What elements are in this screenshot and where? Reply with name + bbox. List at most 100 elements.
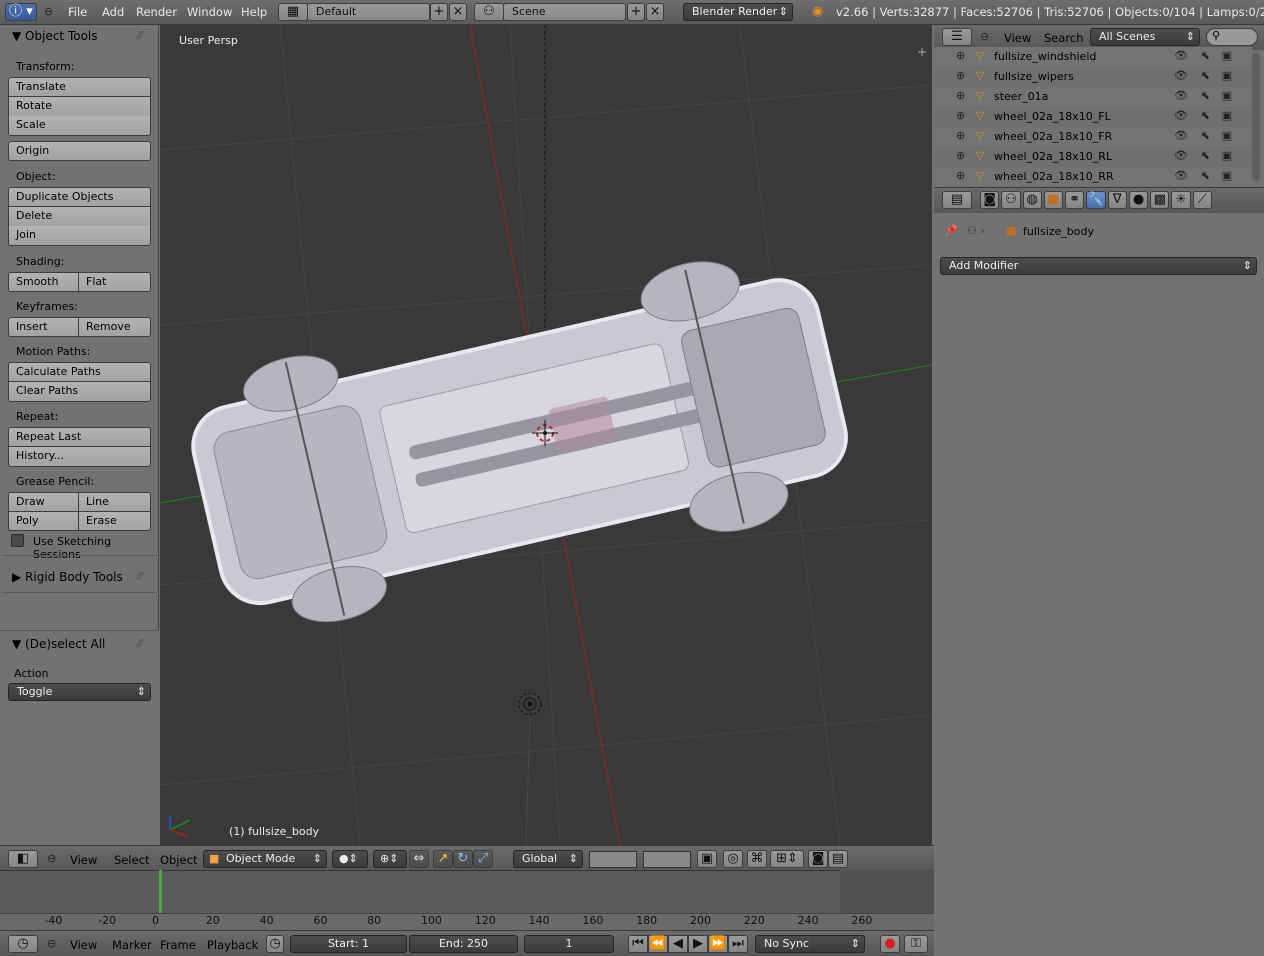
select-cursor-icon[interactable]: ⬉	[1201, 89, 1210, 102]
erase-button[interactable]: Erase	[78, 511, 151, 531]
expand-icon[interactable]: ⊕	[956, 49, 965, 62]
pivot-select[interactable]: ⊕⇕	[373, 850, 407, 868]
jump-start-icon[interactable]: ⏮	[628, 935, 648, 953]
current-frame-field[interactable]: 1	[524, 935, 614, 953]
poly-button[interactable]: Poly	[8, 511, 79, 531]
manipulator-icon[interactable]: ⇔	[409, 850, 429, 868]
outliner-menu-search[interactable]: Search	[1044, 31, 1084, 45]
play-reverse-icon[interactable]: ◀	[668, 935, 688, 953]
duplicate-objects-button[interactable]: Duplicate Objects	[8, 187, 151, 207]
collapse-menu-icon[interactable]: ⊖	[980, 30, 989, 43]
jump-end-icon[interactable]: ⏭	[728, 935, 748, 953]
keying-set-icon[interactable]: ⚿	[904, 935, 928, 953]
rotate-manip-icon[interactable]: ↻	[453, 850, 473, 868]
rotate-button[interactable]: Rotate	[8, 97, 151, 117]
select-cursor-icon[interactable]: ⬉	[1201, 49, 1210, 62]
scene-filter-select[interactable]: All Scenes ⇕	[1090, 28, 1200, 46]
collapse-menu-icon[interactable]: ⊖	[44, 5, 53, 18]
scale-manip-icon[interactable]: ⤢	[473, 850, 493, 868]
visibility-eye-icon[interactable]: 👁	[1174, 109, 1188, 122]
render-camera-icon[interactable]: ▣	[1222, 89, 1232, 102]
end-frame-field[interactable]: End: 250	[409, 935, 518, 953]
timeline-editor-icon[interactable]: ◷	[8, 935, 38, 953]
line-button[interactable]: Line	[78, 492, 151, 512]
repeat-last-button[interactable]: Repeat Last	[8, 427, 151, 447]
mesh-data-tab-icon[interactable]: ∇	[1107, 191, 1127, 209]
expand-icon[interactable]: ⊕	[956, 109, 965, 122]
outliner-item[interactable]: ⊕ ▽ fullsize_windshield 👁 ⬉ ▣	[934, 47, 1252, 67]
object-tools-header[interactable]: ▼ Object Tools	[12, 29, 98, 43]
action-select[interactable]: Toggle ⇕	[8, 683, 151, 701]
orientation-select[interactable]: Global ⇕	[513, 850, 583, 868]
properties-editor-icon[interactable]: ▤	[942, 191, 972, 209]
layout-field[interactable]: Default	[307, 3, 430, 21]
render-camera-icon[interactable]: ▣	[1222, 129, 1232, 142]
panel-drag-icon-2[interactable]: ⁄⁄⁄	[137, 570, 143, 583]
timeline-menu-playback[interactable]: Playback	[207, 938, 258, 952]
start-frame-field[interactable]: Start: 1	[290, 935, 407, 953]
toggle-properties-icon[interactable]: +	[917, 45, 927, 59]
outliner-item[interactable]: ⊕ ▽ wheel_02a_18x10_RR 👁 ⬉ ▣	[934, 167, 1252, 187]
lock-layers-icon[interactable]: ▣	[697, 850, 717, 868]
draw-button[interactable]: Draw	[8, 492, 79, 512]
play-icon[interactable]: ▶	[688, 935, 708, 953]
panel-drag-icon-3[interactable]: ⁄⁄⁄	[137, 637, 143, 650]
insert-keyframe-button[interactable]: Insert	[8, 317, 79, 337]
render-camera-icon[interactable]: ▣	[1222, 149, 1232, 162]
expand-icon[interactable]: ⊕	[956, 89, 965, 102]
render-tab-icon[interactable]: ◙	[980, 191, 1000, 209]
scene-icon[interactable]: ⚇	[474, 3, 504, 21]
delete-layout-icon[interactable]: ×	[449, 3, 467, 21]
timeline-menu-frame[interactable]: Frame	[160, 938, 196, 952]
translate-button[interactable]: Translate	[8, 77, 151, 97]
select-cursor-icon[interactable]: ⬉	[1201, 69, 1210, 82]
viewport-menu-select[interactable]: Select	[114, 853, 149, 867]
3d-viewport[interactable]: User Persp (1) fullsize_body +	[160, 25, 932, 845]
constraints-tab-icon[interactable]: ⚭	[1065, 191, 1085, 209]
layers-block-1[interactable]	[589, 851, 637, 868]
collapse-menu-icon[interactable]: ⊖	[47, 852, 56, 865]
delete-scene-icon[interactable]: ×	[646, 3, 664, 21]
expand-icon[interactable]: ⊕	[956, 149, 965, 162]
screen-layout-icon[interactable]: ▦	[278, 3, 308, 21]
scene-tab-icon[interactable]: ⚇	[1001, 191, 1021, 209]
translate-manip-icon[interactable]: ↗	[433, 850, 453, 868]
menu-window[interactable]: Window	[187, 5, 232, 19]
origin-button[interactable]: Origin	[8, 141, 151, 161]
select-cursor-icon[interactable]: ⬉	[1201, 149, 1210, 162]
shading-select[interactable]: ●⇕	[332, 850, 368, 868]
timeline-menu-marker[interactable]: Marker	[112, 938, 152, 952]
visibility-eye-icon[interactable]: 👁	[1174, 169, 1188, 182]
render-camera-icon[interactable]: ▣	[1222, 169, 1232, 182]
preview-range-icon[interactable]: ◷	[266, 935, 284, 953]
render-camera-icon[interactable]: ▣	[1222, 109, 1232, 122]
material-tab-icon[interactable]: ●	[1128, 191, 1149, 209]
current-frame-indicator[interactable]	[159, 870, 162, 913]
menu-render[interactable]: Render	[136, 5, 177, 19]
object-tab-icon[interactable]: ■	[1043, 191, 1064, 209]
timeline-menu-view[interactable]: View	[70, 938, 97, 952]
select-cursor-icon[interactable]: ⬉	[1201, 109, 1210, 122]
physics-tab-icon[interactable]: ⟋	[1192, 191, 1212, 209]
render-camera-icon[interactable]: ▣	[1222, 69, 1232, 82]
world-tab-icon[interactable]: ◍	[1022, 191, 1042, 209]
outliner-item[interactable]: ⊕ ▽ wheel_02a_18x10_FL 👁 ⬉ ▣	[934, 107, 1252, 127]
scale-button[interactable]: Scale	[8, 116, 151, 136]
history-button[interactable]: History...	[8, 447, 151, 467]
outliner-editor-icon[interactable]: ☰	[942, 28, 972, 46]
panel-drag-icon[interactable]: ⁄⁄⁄	[137, 29, 143, 42]
menu-add[interactable]: Add	[102, 5, 124, 19]
next-keyframe-icon[interactable]: ⏩	[708, 935, 728, 953]
expand-icon[interactable]: ⊕	[956, 69, 965, 82]
snap-icon[interactable]: ⌘	[747, 850, 767, 868]
flat-button[interactable]: Flat	[78, 272, 151, 292]
menu-file[interactable]: File	[68, 5, 87, 19]
remove-keyframe-button[interactable]: Remove	[78, 317, 151, 337]
add-layout-icon[interactable]: +	[430, 3, 448, 21]
calculate-paths-button[interactable]: Calculate Paths	[8, 362, 151, 382]
add-modifier-select[interactable]: Add Modifier ⇕	[940, 257, 1257, 275]
viewport-menu-view[interactable]: View	[70, 853, 97, 867]
render-animation-icon[interactable]: ▤	[828, 850, 848, 868]
sketching-checkbox[interactable]	[11, 534, 24, 547]
collapse-menu-icon[interactable]: ⊖	[47, 937, 56, 950]
